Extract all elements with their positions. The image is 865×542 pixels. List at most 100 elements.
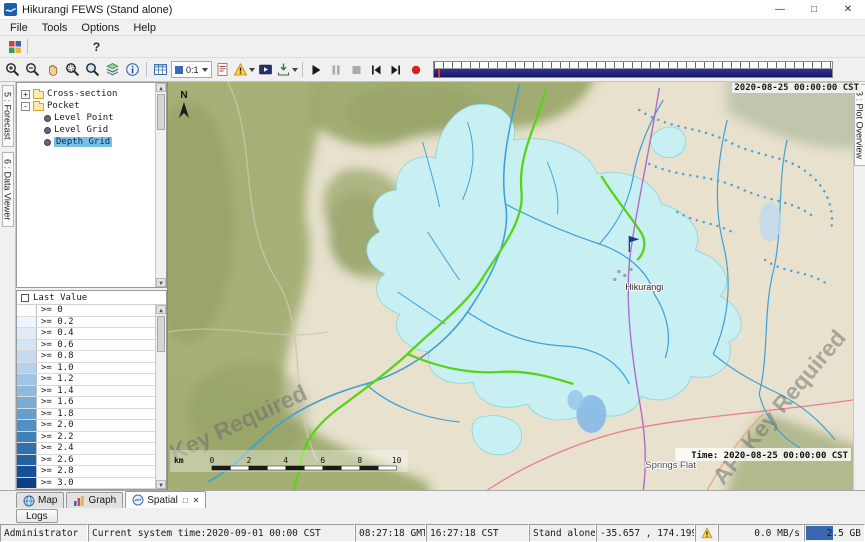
maximize-button[interactable]: □ [797,0,831,19]
expander-icon[interactable]: + [21,90,30,99]
zoom-extent-button[interactable] [83,60,102,80]
zoom-box-icon [65,62,80,77]
tree-item-depth-grid[interactable]: Depth Grid [17,136,166,148]
tab-maximize-icon[interactable]: □ [183,496,188,505]
pause-icon [329,63,343,77]
tree-item-cross-section[interactable]: + Cross-section [17,88,166,100]
scroll-down-icon[interactable]: ▼ [156,480,166,489]
legend-row[interactable]: >= 1.6 [17,397,155,409]
main-toolbar: ? [0,36,865,58]
status-warning-cell[interactable] [695,524,718,542]
legend-color-swatch [17,386,37,397]
legend-row[interactable]: >= 3.0 [17,478,155,490]
legend-row[interactable]: >= 1.8 [17,409,155,421]
legend-row[interactable]: >= 2.2 [17,432,155,444]
scrollbar-thumb[interactable] [157,94,165,130]
legend-row[interactable]: >= 1.2 [17,374,155,386]
tree-item-level-grid[interactable]: Level Grid [17,124,166,136]
current-timestep-label: 2020-08-25 00:00:00 CST [732,83,861,93]
pan-hand-icon [45,62,60,77]
tree-item-level-point[interactable]: Level Point [17,112,166,124]
scroll-up-icon[interactable]: ▲ [156,83,166,92]
title-bar: Hikurangi FEWS (Stand alone) — □ ✕ [0,0,865,20]
info-icon [125,62,140,77]
tab-close-icon[interactable]: ✕ [193,496,200,505]
scale-tick-label: 6 [320,456,325,465]
minimize-button[interactable]: — [763,0,797,19]
status-mode: Stand alone [529,524,596,542]
zoom-in-button[interactable] [3,60,22,80]
legend-row[interactable]: >= 2.0 [17,420,155,432]
legend-color-swatch [17,317,37,328]
menu-file[interactable]: File [3,22,35,34]
grid-display-button[interactable] [151,60,170,80]
close-button[interactable]: ✕ [831,0,865,19]
legend-row[interactable]: >= 2.6 [17,455,155,467]
legend-row[interactable]: >= 1.0 [17,363,155,375]
tab-spatial[interactable]: Spatial □ ✕ [125,491,206,508]
menu-options[interactable]: Options [74,22,126,34]
tab-forecast[interactable]: 5 : Forecast [2,85,14,147]
step-back-button[interactable] [367,60,386,80]
tab-map[interactable]: Map [16,492,64,508]
menu-help[interactable]: Help [126,22,163,34]
layers-button[interactable] [103,60,122,80]
layer-tree: + Cross-section - Pocket Level Point Lev… [16,82,167,288]
info-button[interactable] [123,60,142,80]
toolbar-separator [27,39,28,54]
record-button[interactable] [407,60,426,80]
tree-item-pocket[interactable]: - Pocket [17,100,166,112]
grid-scale-combo[interactable]: 0:1 [171,61,212,78]
legend-row[interactable]: >= 0.6 [17,340,155,352]
warning-dropdown-button[interactable] [233,62,255,77]
help-button[interactable]: ? [87,37,106,57]
export-dropdown-button[interactable] [276,62,298,77]
stop-button[interactable] [347,60,366,80]
zoom-box-button[interactable] [63,60,82,80]
legend-scrollbar[interactable]: ▲ ▼ [155,305,166,489]
legend-value-label: >= 2.2 [37,432,155,443]
step-forward-button[interactable] [387,60,406,80]
status-bar: Administrator Current system time:2020-0… [0,524,865,542]
legend-row[interactable]: >= 0.2 [17,317,155,329]
database-button[interactable] [5,37,24,57]
last-value-checkbox[interactable] [21,294,29,302]
legend-row[interactable]: >= 2.8 [17,466,155,478]
scale-icon [175,66,183,74]
legend-value-label: >= 2.8 [37,466,155,477]
profile-button[interactable] [213,60,232,80]
status-local-time: 16:27:18 CST [426,524,529,542]
expander-icon[interactable]: - [21,102,30,111]
timeline-slider[interactable] [433,61,833,78]
scroll-up-icon[interactable]: ▲ [156,305,166,314]
zoom-out-button[interactable] [23,60,42,80]
menu-tools[interactable]: Tools [35,22,75,34]
tab-data-viewer[interactable]: 6 : Data Viewer [2,152,14,227]
map-canvas[interactable]: API Key Required API Key Required Hikura… [168,82,853,490]
legend-row[interactable]: >= 2.4 [17,443,155,455]
pan-button[interactable] [43,60,62,80]
scrollbar-thumb[interactable] [157,316,165,352]
pause-button[interactable] [327,60,346,80]
database-icon [8,40,22,54]
tab-plot-overview[interactable]: 3 : Plot Overview [854,84,865,166]
timeline-current-marker[interactable] [438,69,440,77]
legend-color-swatch [17,305,37,316]
status-coordinates: -35.657 , 174.199 [596,524,695,542]
logs-button[interactable]: Logs [16,509,58,523]
animation-button[interactable] [256,60,275,80]
toolbar-separator [302,62,303,77]
tab-graph[interactable]: Graph [66,492,123,508]
window-title: Hikurangi FEWS (Stand alone) [22,4,172,16]
scroll-down-icon[interactable]: ▼ [156,278,166,287]
legend-row[interactable]: >= 0.8 [17,351,155,363]
legend-row[interactable]: >= 0.4 [17,328,155,340]
legend-color-swatch [17,340,37,351]
status-gmt-time: 08:27:18 GMT [355,524,426,542]
legend-row[interactable]: >= 1.4 [17,386,155,398]
scale-tick-label: 10 [392,456,402,465]
tree-scrollbar[interactable]: ▲ ▼ [155,83,166,287]
export-icon [276,62,291,77]
play-button[interactable] [307,60,326,80]
legend-row[interactable]: >= 0 [17,305,155,317]
